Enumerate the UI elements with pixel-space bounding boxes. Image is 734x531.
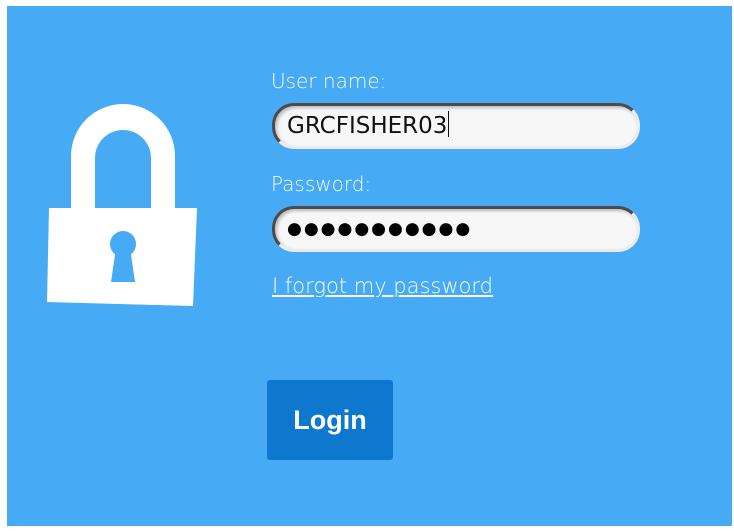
login-button[interactable]: Login bbox=[267, 380, 393, 460]
password-field[interactable]: ●●●●●●●●●●● bbox=[272, 206, 640, 252]
text-caret bbox=[448, 111, 450, 137]
username-label: User name: bbox=[271, 69, 387, 93]
lock-icon bbox=[47, 104, 197, 306]
forgot-password-link[interactable]: I forgot my password bbox=[272, 274, 493, 298]
password-label: Password: bbox=[271, 172, 372, 196]
username-value: GRCFISHER03 bbox=[287, 113, 448, 139]
login-panel: User name: GRCFISHER03 Password: ●●●●●●●… bbox=[7, 6, 732, 526]
username-field[interactable]: GRCFISHER03 bbox=[272, 103, 640, 149]
password-masked-value: ●●●●●●●●●●● bbox=[287, 219, 473, 239]
